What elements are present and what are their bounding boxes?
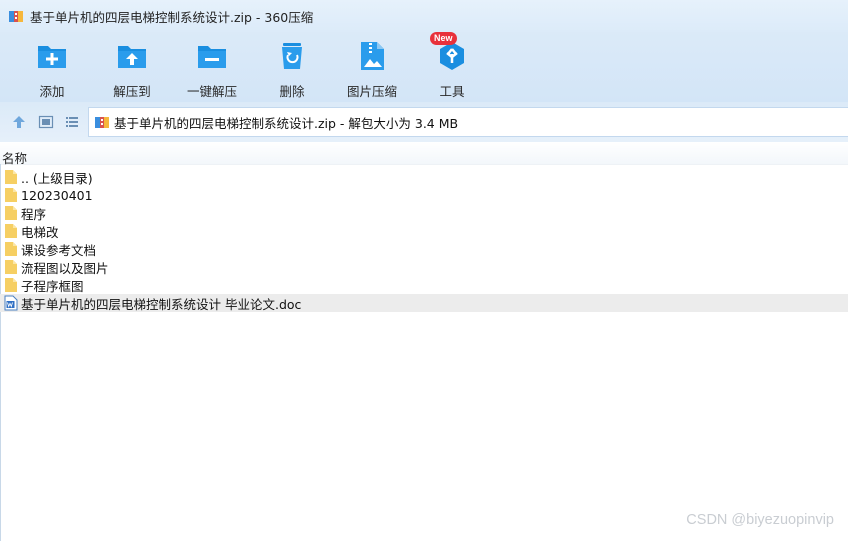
folder-icon [5,188,17,202]
list-item[interactable]: 流程图以及图片 [0,258,848,276]
add-label: 添加 [39,84,65,99]
one-click-extract-icon [198,46,226,68]
file-name: .. (上级目录) [21,170,93,186]
folder-icon [5,224,17,238]
address-bar: 基于单片机的四层电梯控制系统设计.zip - 解包大小为 3.4 MB [0,102,848,142]
list-item-selected[interactable]: 基于单片机的四层电梯控制系统设计 毕业论文.doc [0,294,848,312]
word-doc-icon [4,295,18,311]
watermark: CSDN @biyezuopinvip [686,512,834,528]
add-folder-icon [38,46,66,68]
path-field[interactable]: 基于单片机的四层电梯控制系统设计.zip - 解包大小为 3.4 MB [88,107,848,137]
toolbar: 添加 解压到 一键解压 删除 图片压缩 New 工具 [0,32,848,102]
delete-label: 删除 [279,84,305,99]
window-title: 基于单片机的四层电梯控制系统设计.zip - 360压缩 [30,9,314,25]
title-bar: 基于单片机的四层电梯控制系统设计.zip - 360压缩 [0,0,848,32]
list-item[interactable]: 子程序框图 [0,276,848,294]
new-badge: New [430,32,457,45]
list-item[interactable]: 120230401 [0,186,848,204]
list-item[interactable]: 程序 [0,204,848,222]
image-compress-label: 图片压缩 [346,84,397,99]
file-name: 基于单片机的四层电梯控制系统设计 毕业论文.doc [21,296,302,312]
list-item-parent-dir[interactable]: .. (上级目录) [0,168,848,186]
delete-button[interactable]: 删除 [252,36,332,100]
folder-icon [5,278,17,292]
one-click-extract-button[interactable]: 一键解压 [172,36,252,100]
image-compress-icon [361,42,384,70]
list-view-icon[interactable] [64,114,80,130]
add-button[interactable]: 添加 [12,36,92,100]
folder-icon [5,206,17,220]
zip-archive-icon [95,117,109,128]
column-header: 名称 [0,142,848,167]
file-name: 120230401 [21,187,93,203]
file-name: 程序 [21,206,47,222]
extract-to-label: 解压到 [113,84,151,99]
file-name: 子程序框图 [21,278,84,294]
thumbnail-view-icon[interactable] [38,114,54,130]
folder-icon [5,260,17,274]
file-list: .. (上级目录) 120230401 程序 电梯改 课设参考文档 流程图以及图… [0,168,848,312]
extract-to-button[interactable]: 解压到 [92,36,172,100]
tools-label: 工具 [439,84,465,99]
folder-icon [5,170,17,184]
zip-archive-icon [9,11,23,22]
recycle-bin-icon [282,43,302,69]
file-name: 流程图以及图片 [21,260,109,276]
list-item[interactable]: 课设参考文档 [0,240,848,258]
extract-to-icon [118,46,146,68]
list-item[interactable]: 电梯改 [0,222,848,240]
one-click-extract-label: 一键解压 [186,84,237,99]
file-name: 课设参考文档 [21,242,97,258]
up-arrow-icon[interactable] [11,114,27,130]
file-name: 电梯改 [21,224,59,240]
tools-button[interactable]: New 工具 [412,32,492,100]
folder-icon [5,242,17,256]
name-column-header[interactable]: 名称 [2,148,27,167]
image-compress-button[interactable]: 图片压缩 [332,36,412,100]
path-text: 基于单片机的四层电梯控制系统设计.zip - 解包大小为 3.4 MB [114,115,459,131]
